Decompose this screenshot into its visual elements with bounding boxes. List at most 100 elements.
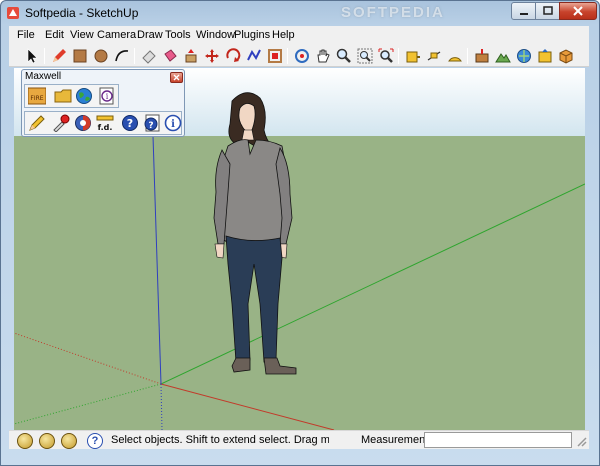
help-icon: ?: [122, 115, 138, 131]
maxwell-material-sphere-button[interactable]: [73, 113, 93, 133]
eraser-icon: [141, 50, 156, 64]
zoom-extents-tool-button[interactable]: [376, 47, 395, 65]
help-icon[interactable]: ?: [87, 433, 103, 449]
geo-location-icon[interactable]: [17, 433, 33, 449]
pencil-tool-button[interactable]: [49, 47, 68, 65]
fire-icon: FIRE: [28, 87, 46, 105]
toolbar-separator: [467, 48, 468, 64]
maxwell-row-1: FIRE i: [24, 84, 119, 108]
get-models-button[interactable]: [514, 47, 533, 65]
close-icon: [173, 74, 180, 81]
title-bar[interactable]: Softpedia - SketchUp SOFTPEDIA: [1, 1, 599, 25]
push-pull-tool-button[interactable]: [181, 47, 200, 65]
toggle-terrain-button[interactable]: [493, 47, 512, 65]
maxwell-focus-distance-button[interactable]: f.d.: [95, 113, 115, 133]
dimension-tool-button[interactable]: [424, 47, 443, 65]
globe-icon: [76, 88, 92, 104]
focus-distance-icon: f.d.: [96, 115, 114, 132]
rotate-tool-button[interactable]: [223, 47, 242, 65]
follow-me-tool-button[interactable]: [244, 47, 263, 65]
maxwell-eyedropper-button[interactable]: [51, 113, 71, 133]
maximize-icon: [542, 6, 553, 15]
offset-tool-button[interactable]: [265, 47, 284, 65]
menu-edit[interactable]: Edit: [45, 29, 64, 41]
maxwell-toolbar-panel[interactable]: Maxwell FIRE i f.d. ? ? i: [21, 69, 185, 137]
menu-help[interactable]: Help: [272, 29, 295, 41]
share-model-button[interactable]: [535, 47, 554, 65]
component-icon: [559, 49, 572, 64]
resize-grip-icon[interactable]: [575, 435, 587, 447]
sketchup-window: Softpedia - SketchUp SOFTPEDIA File Edit…: [0, 0, 600, 466]
paint-bucket-tool-button[interactable]: [160, 47, 179, 65]
maxwell-help-button[interactable]: ?: [120, 113, 140, 133]
maxwell-globe-button[interactable]: [74, 86, 94, 106]
credits-icon[interactable]: [39, 433, 55, 449]
minimize-icon: [519, 13, 528, 15]
orbit-icon: [294, 49, 309, 63]
blue-axis: [152, 135, 162, 385]
folder-icon: [54, 89, 72, 103]
fd-label: f.d.: [98, 123, 113, 132]
protractor-tool-button[interactable]: [445, 47, 464, 65]
component-button[interactable]: [556, 47, 575, 65]
zoom-tool-button[interactable]: [334, 47, 353, 65]
toolbar-separator: [287, 48, 288, 64]
svg-text:i: i: [171, 119, 175, 130]
menu-window[interactable]: Window: [196, 29, 235, 41]
toolbar-separator: [44, 48, 45, 64]
rectangle-icon: [73, 49, 86, 63]
select-arrow-icon: [27, 48, 38, 64]
maxwell-row-2: f.d. ? ? i: [24, 111, 182, 135]
maxwell-info-button[interactable]: i: [163, 113, 183, 133]
move-tool-button[interactable]: [202, 47, 221, 65]
offset-icon: [267, 49, 282, 63]
svg-text:i: i: [106, 92, 109, 101]
minimize-button[interactable]: [511, 2, 536, 20]
menu-view[interactable]: View: [70, 29, 94, 41]
help-document-icon: ?: [144, 114, 160, 132]
maxwell-info-document-button[interactable]: i: [97, 86, 117, 106]
arc-tool-button[interactable]: [112, 47, 131, 65]
tape-measure-tool-button[interactable]: [403, 47, 422, 65]
window-title: Softpedia - SketchUp: [25, 6, 139, 20]
user-account-icon[interactable]: [61, 433, 77, 449]
maxwell-pencil-button[interactable]: [27, 113, 47, 133]
watermark: SOFTPEDIA: [341, 4, 445, 21]
close-button[interactable]: [559, 2, 597, 20]
orbit-tool-button[interactable]: [292, 47, 311, 65]
get-models-icon: [516, 49, 531, 63]
eraser-tool-button[interactable]: [139, 47, 158, 65]
rotate-icon: [225, 48, 240, 62]
maxwell-help-document-button[interactable]: ?: [142, 113, 162, 133]
zoom-extents-icon: [378, 48, 393, 63]
pan-tool-button[interactable]: [313, 47, 332, 65]
rectangle-tool-button[interactable]: [70, 47, 89, 65]
material-sphere-icon: [75, 115, 91, 131]
woman-figure[interactable]: [213, 92, 297, 375]
circle-tool-button[interactable]: [91, 47, 110, 65]
red-axis-negative: [14, 332, 162, 385]
maxwell-open-folder-button[interactable]: [53, 86, 73, 106]
paint-bucket-icon: [163, 49, 177, 62]
sketchup-app-icon[interactable]: [6, 6, 20, 20]
measurements-label: Measurements: [361, 434, 434, 446]
add-location-button[interactable]: [472, 47, 491, 65]
red-axis: [160, 383, 335, 430]
menu-file[interactable]: File: [17, 29, 35, 41]
arc-icon: [114, 50, 128, 62]
menu-tools[interactable]: Tools: [165, 29, 191, 41]
zoom-window-tool-button[interactable]: [355, 47, 374, 65]
add-location-icon: [475, 49, 488, 63]
maxwell-close-button[interactable]: [170, 72, 183, 83]
info-icon: i: [164, 114, 182, 132]
measurements-input[interactable]: [424, 432, 572, 448]
maxwell-fire-button[interactable]: FIRE: [27, 86, 47, 106]
menu-draw[interactable]: Draw: [137, 29, 163, 41]
svg-text:?: ?: [148, 121, 153, 131]
select-tool-button[interactable]: [22, 47, 41, 65]
eyedropper-icon: [53, 114, 70, 132]
menu-camera[interactable]: Camera: [97, 29, 136, 41]
toolbar-separator: [134, 48, 135, 64]
menu-plugins[interactable]: Plugins: [234, 29, 270, 41]
maximize-button[interactable]: [535, 2, 560, 20]
